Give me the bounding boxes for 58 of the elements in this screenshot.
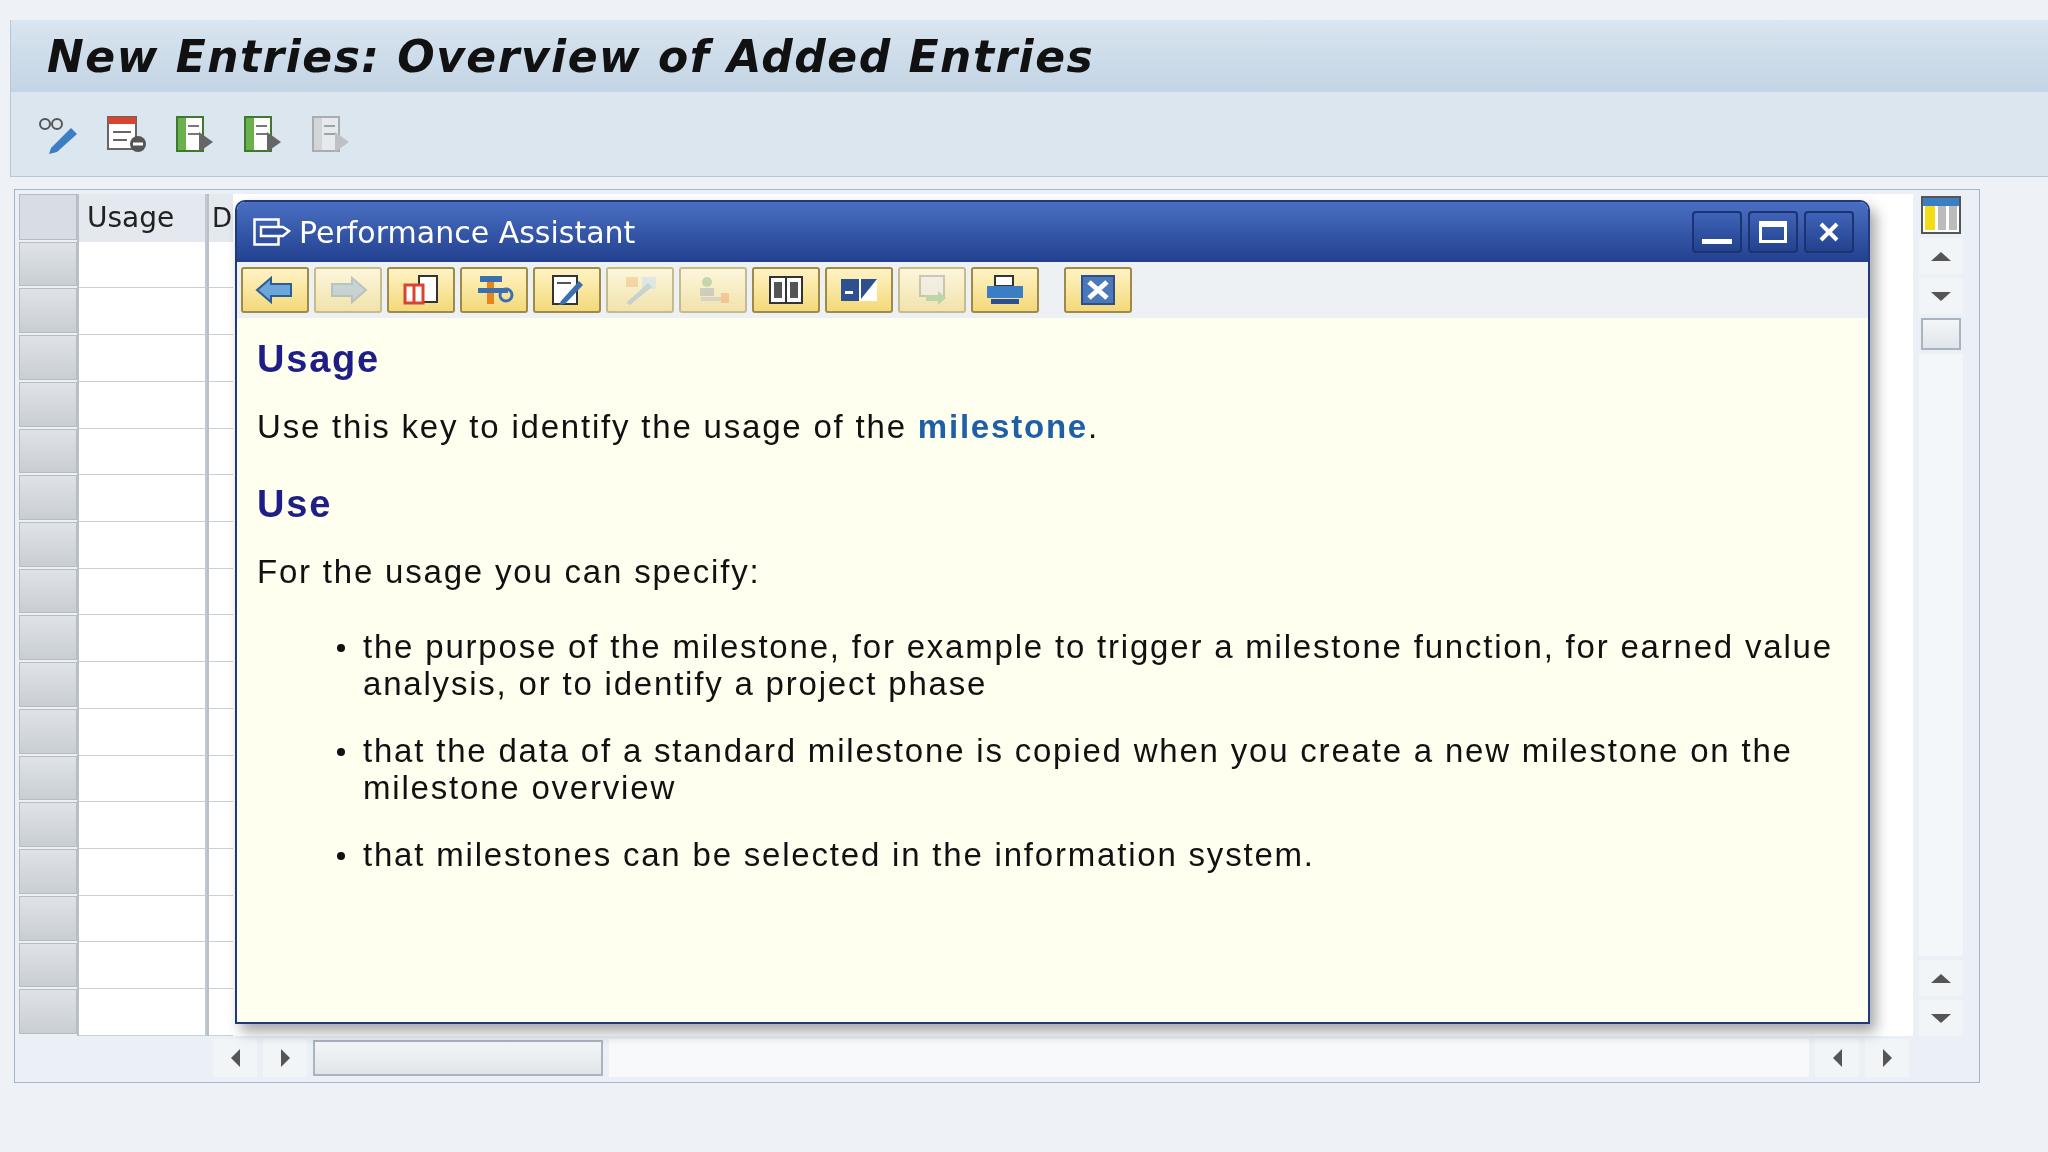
dialog-title: Performance Assistant [299, 214, 636, 250]
bullet-icon [337, 748, 345, 756]
row-selector[interactable] [19, 288, 77, 334]
row-selector[interactable] [19, 568, 77, 614]
row-selector[interactable] [19, 849, 77, 894]
row-selector[interactable] [19, 475, 77, 521]
row-selector[interactable] [19, 615, 77, 661]
column-header[interactable]: Usage [79, 194, 207, 242]
book-button[interactable] [387, 267, 455, 313]
edit-button[interactable] [533, 267, 601, 313]
row-selector[interactable] [19, 241, 77, 287]
list-item-text: the purpose of the milestone, for example to trigger a milestone function, for earned value analysis, or to identify a project phase [363, 628, 1834, 702]
scroll-right-button[interactable] [263, 1039, 307, 1077]
section-heading: Usage [257, 338, 382, 381]
close-icon [1818, 221, 1840, 243]
row-selector[interactable] [19, 335, 77, 380]
row-selector[interactable] [19, 381, 77, 427]
scroll-thumb[interactable] [1921, 318, 1961, 350]
list-item-text: that milestones can be selected in the information system. [363, 836, 1315, 873]
back-button[interactable] [241, 267, 309, 313]
row-selector[interactable] [19, 895, 77, 941]
bullet-icon [337, 852, 345, 860]
column-header[interactable]: D [209, 194, 233, 242]
scroll-left-button[interactable] [1815, 1039, 1859, 1077]
column-settings-icon[interactable] [1921, 196, 1961, 234]
tools-button[interactable] [460, 267, 528, 313]
help-paragraph: For the usage you can specify: [257, 552, 762, 592]
row-selector[interactable] [19, 942, 77, 988]
ledger-button[interactable] [752, 267, 820, 313]
print-button[interactable] [971, 267, 1039, 313]
list-item-text: that the data of a standard milestone is copied when you create a new milestone on the milestone overview [363, 732, 1794, 806]
select-all-cell[interactable] [19, 194, 77, 240]
row-selector[interactable] [19, 755, 77, 801]
scroll-track[interactable] [609, 1039, 1809, 1077]
glossary-link[interactable]: milestone [917, 408, 1089, 445]
minimize-button[interactable] [1692, 211, 1742, 253]
scroll-left-button[interactable] [213, 1039, 257, 1077]
section-heading: Use [257, 483, 334, 526]
row-selector[interactable] [19, 662, 77, 707]
scroll-up-button[interactable] [1919, 238, 1963, 274]
row-selector[interactable] [19, 989, 77, 1034]
close-button[interactable] [1804, 211, 1854, 253]
scroll-right-button[interactable] [1865, 1039, 1909, 1077]
row-selector[interactable] [19, 522, 77, 567]
maximize-button[interactable] [1748, 211, 1798, 253]
row-selector[interactable] [19, 428, 77, 474]
close-button[interactable] [1064, 267, 1132, 313]
scroll-thumb[interactable] [313, 1040, 603, 1076]
help-window-icon [253, 218, 291, 246]
bullet-icon [337, 644, 345, 652]
scroll-down-button[interactable] [1919, 278, 1963, 314]
window-title: New Entries: Overview of Added Entries [47, 30, 1095, 82]
scroll-up-button[interactable] [1919, 960, 1963, 996]
scroll-down-button[interactable] [1919, 1000, 1963, 1036]
help-paragraph: Use this key to identify the usage of the milestone. [257, 407, 1100, 447]
panel-button[interactable] [825, 267, 893, 313]
row-selector[interactable] [19, 708, 77, 754]
row-selector[interactable] [19, 802, 77, 848]
